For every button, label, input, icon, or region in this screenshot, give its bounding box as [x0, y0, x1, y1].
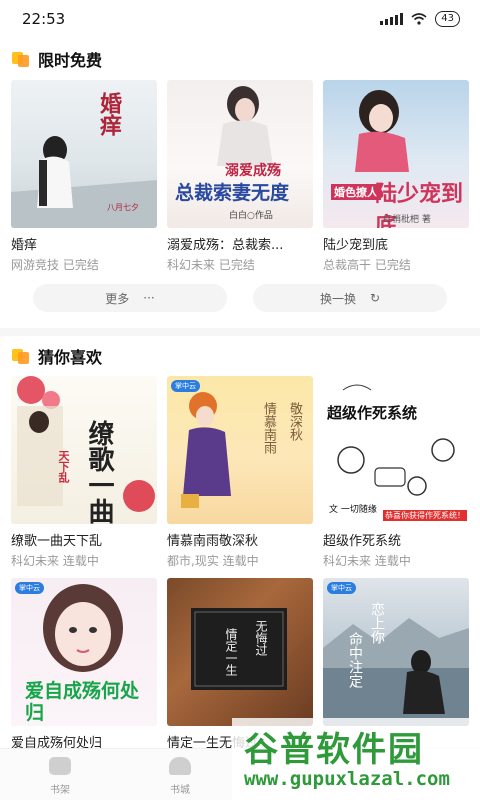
book-genre: 都市,现实	[167, 554, 219, 568]
cover-title: 超级作死系统	[327, 404, 418, 422]
book-cover: 无悔过 情定一生	[167, 578, 313, 726]
refresh-icon: ↻	[369, 291, 381, 305]
book-cover: 掌中云 爱自成殇何处归	[11, 578, 157, 726]
cover-author: 白白○作品	[229, 211, 273, 221]
book-meta: 科幻未来 连载中	[323, 552, 469, 569]
book-title: 婚痒	[11, 238, 38, 253]
cover-author: 红梢枇杷 著	[383, 215, 431, 225]
refresh-button[interactable]: 换一换 ↻	[253, 284, 447, 312]
cover-subtitle: 情定一生	[224, 628, 238, 676]
book-card[interactable]: 溺爱成殇 总裁索妻无度 白白○作品 溺爱成殇：总裁索... 科幻未来 已完结	[167, 80, 313, 273]
status-time: 22:53	[22, 10, 66, 28]
book-card[interactable]: 超级作死系统 文 一切随缘 恭喜你获得作死系统！ 超级作死系统 科幻未来 连载中	[323, 376, 469, 569]
book-card[interactable]: 婚色撩人 陆少宠到底 红梢枇杷 著 陆少宠到底 总裁高干 已完结	[323, 80, 469, 273]
cover-author: 文 一切随缘	[329, 505, 377, 515]
cover-author: 八月七夕	[107, 203, 139, 212]
section-title: 限时免费	[38, 51, 103, 70]
cover-title: 缭歌一曲	[84, 420, 114, 524]
section-title: 猜你喜欢	[38, 348, 103, 367]
cover-title: 婚痒	[96, 92, 122, 136]
cover-badge: 掌中云	[327, 582, 356, 594]
cover-subtitle: 溺爱成殇	[225, 163, 281, 179]
cover-subtitle: 敬深秋	[287, 402, 302, 441]
cover-subtitle: 婚色撩人	[331, 184, 381, 200]
book-meta: 科幻未来 已完结	[167, 256, 313, 273]
book-title: 超级作死系统	[323, 534, 402, 549]
nav-label: 书架	[50, 785, 70, 796]
status-icons: 43	[380, 11, 460, 27]
more-icon: ···	[143, 291, 155, 305]
book-genre: 科幻未来	[11, 554, 60, 568]
book-meta: 总裁高干 已完结	[323, 256, 469, 273]
watermark: 谷普软件园 www.gupuxlazal.com	[232, 718, 480, 800]
book-title: 缭歌一曲天下乱	[11, 534, 103, 549]
book-title: 陆少宠到底	[323, 238, 389, 253]
refresh-label: 换一换	[319, 291, 356, 306]
book-title: 情慕南雨敬深秋	[167, 534, 259, 549]
book-cover: 超级作死系统 文 一切随缘 恭喜你获得作死系统！	[323, 376, 469, 524]
book-card[interactable]: 掌中云 情慕南雨 敬深秋 情慕南雨敬深秋 都市,现实 连载中	[167, 376, 313, 569]
book-title: 溺爱成殇：总裁索...	[167, 238, 284, 253]
signal-icon	[380, 13, 404, 25]
book-cover: 婚痒 八月七夕	[11, 80, 157, 228]
cover-title: 无悔过	[254, 620, 268, 656]
section-icon	[12, 348, 30, 364]
book-status: 连载中	[222, 554, 259, 568]
book-card[interactable]: 缭歌一曲 天下乱 缭歌一曲天下乱 科幻未来 连载中	[11, 376, 157, 569]
bookshelf-icon	[49, 757, 71, 775]
bookstore-icon	[169, 757, 191, 775]
watermark-title: 谷普软件园	[244, 730, 424, 770]
more-button[interactable]: 更多 ···	[33, 284, 227, 312]
book-genre: 网游竞技	[11, 258, 60, 272]
book-cover: 溺爱成殇 总裁索妻无度 白白○作品	[167, 80, 313, 228]
nav-label: 书城	[170, 785, 190, 796]
watermark-url: www.gupuxlazal.com	[244, 768, 450, 790]
book-cover: 缭歌一曲 天下乱	[11, 376, 157, 524]
cover-badge: 掌中云	[15, 582, 44, 594]
book-genre: 总裁高干	[323, 258, 372, 272]
cover-subtitle: 天下乱	[57, 450, 70, 483]
book-cover: 掌中云 情慕南雨 敬深秋	[167, 376, 313, 524]
book-genre: 科幻未来	[167, 258, 216, 272]
book-meta: 科幻未来 连载中	[11, 552, 157, 569]
status-bar: 22:53 43	[0, 0, 480, 38]
book-status: 已完结	[62, 258, 99, 272]
book-card[interactable]: 掌中云 爱自成殇何处归 爱自成殇何处归	[11, 578, 157, 751]
book-status: 已完结	[374, 258, 411, 272]
book-card[interactable]: 婚痒 八月七夕 婚痒 网游竞技 已完结	[11, 80, 157, 273]
more-label: 更多	[105, 291, 130, 306]
book-meta: 都市,现实 连载中	[167, 552, 313, 569]
section-icon	[12, 51, 30, 67]
nav-item-bookstore[interactable]: 书城	[150, 757, 210, 796]
nav-item-bookshelf[interactable]: 书架	[30, 757, 90, 796]
book-cover: 掌中云 命中注定 恋上你	[323, 578, 469, 726]
cover-subtitle: 恋上你	[369, 602, 385, 644]
book-status: 连载中	[374, 554, 411, 568]
cover-title: 情慕南雨	[261, 402, 276, 454]
book-genre: 科幻未来	[323, 554, 372, 568]
book-status: 连载中	[62, 554, 99, 568]
cover-title: 总裁索妻无度	[175, 182, 290, 204]
section-header-guess-you-like: 猜你喜欢	[12, 344, 102, 368]
book-status: 已完结	[218, 258, 255, 272]
cover-title: 爱自成殇何处归	[25, 680, 140, 724]
book-meta: 网游竞技 已完结	[11, 256, 157, 273]
cover-caption: 恭喜你获得作死系统！	[383, 510, 467, 521]
cover-badge: 掌中云	[171, 380, 200, 392]
book-cover: 婚色撩人 陆少宠到底 红梢枇杷 著	[323, 80, 469, 228]
cover-title: 命中注定	[347, 632, 363, 688]
battery-icon: 43	[435, 11, 460, 27]
book-card[interactable]: 掌中云 命中注定 恋上你	[323, 578, 469, 732]
section-header-limited-free: 限时免费	[12, 47, 102, 71]
section-divider	[0, 328, 480, 336]
wifi-icon	[411, 13, 427, 25]
